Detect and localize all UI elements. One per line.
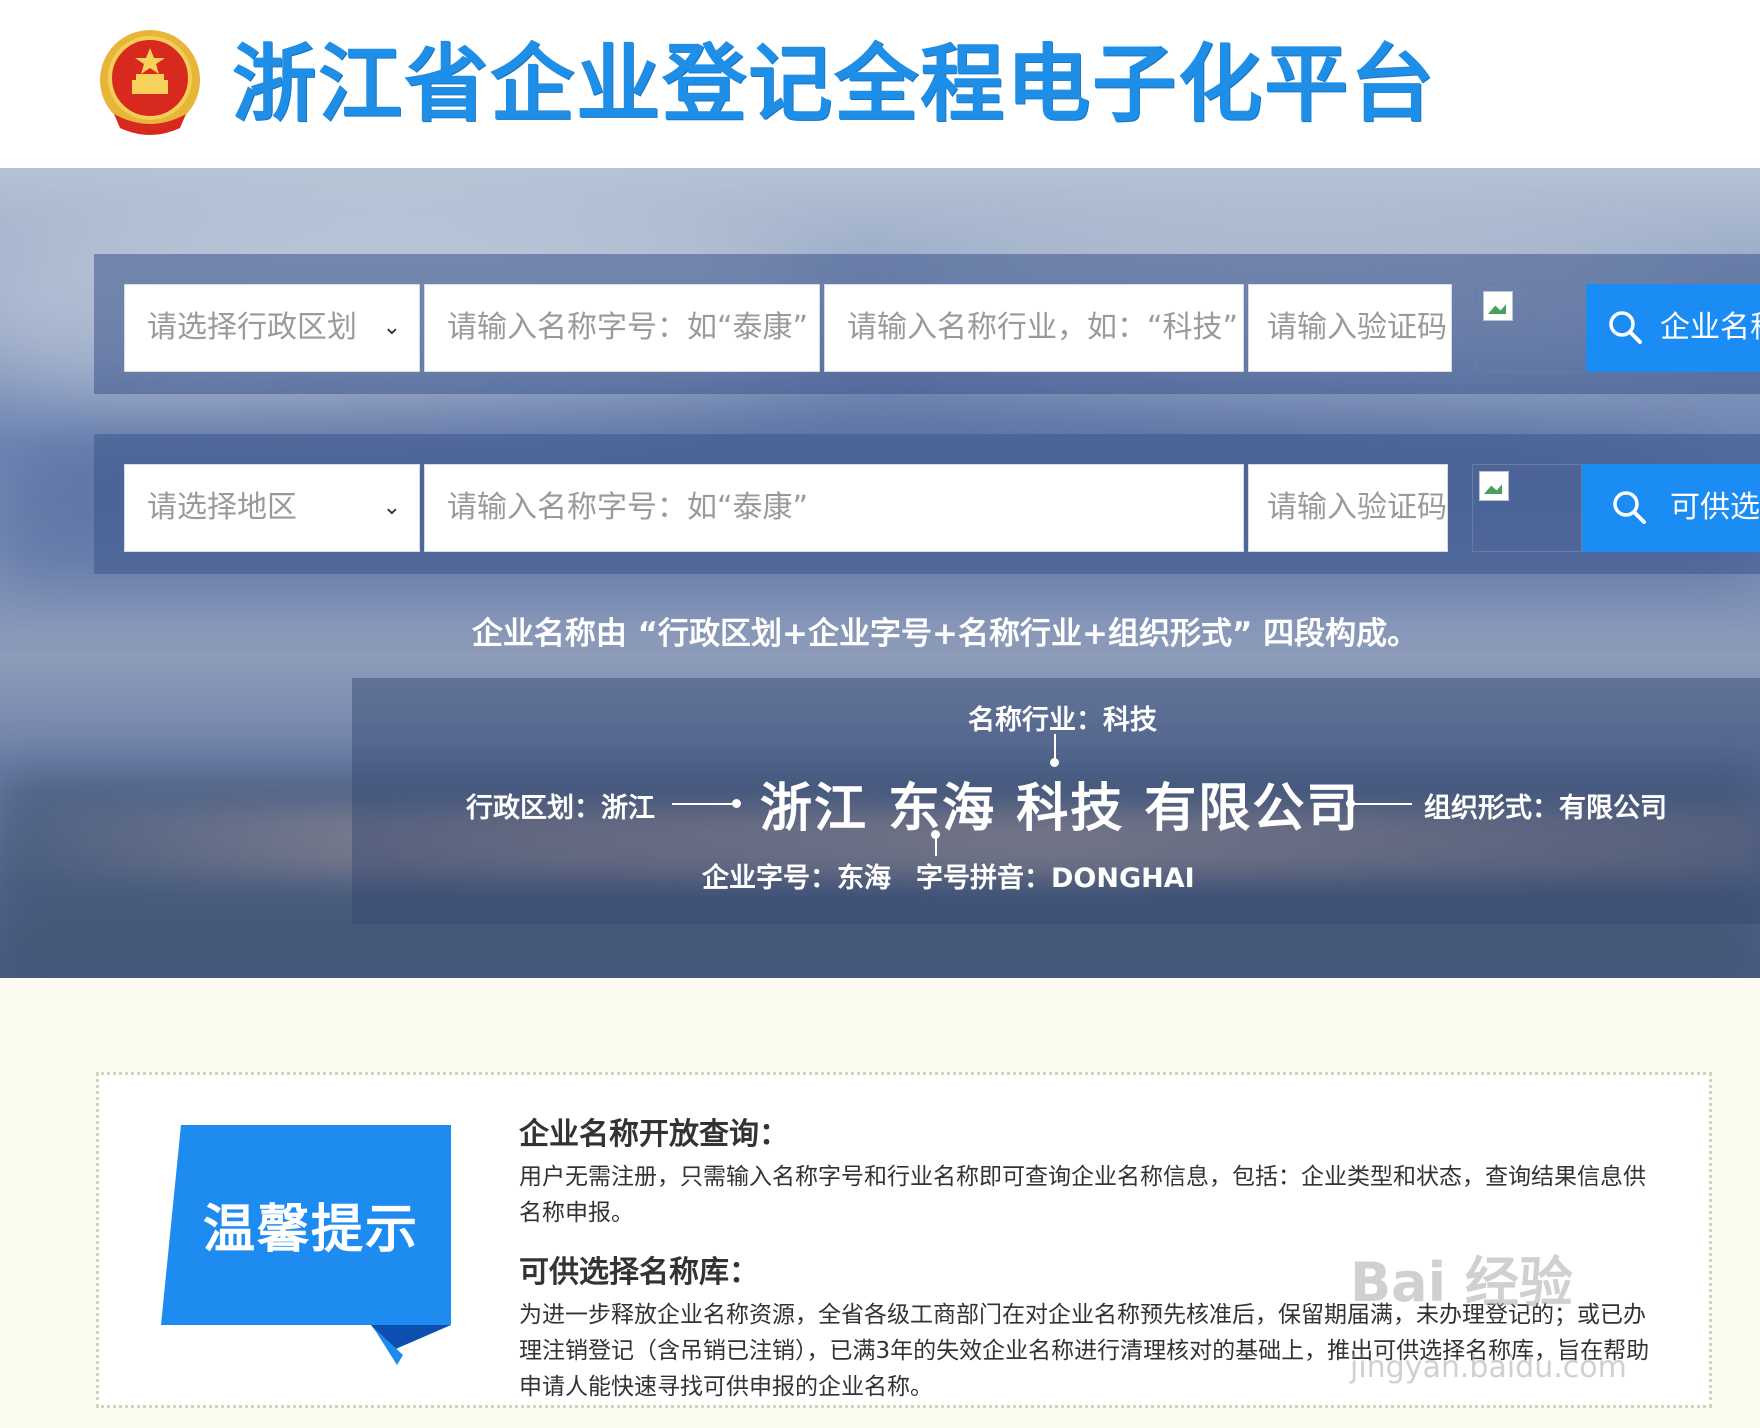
example-region: 行政区划：浙江 <box>466 793 655 824</box>
example-industry: 名称行业：科技 <box>968 705 1157 736</box>
example-full-name: 浙江 东海 科技 有限公司 <box>760 779 1361 839</box>
captcha-input[interactable]: 请输入验证码 <box>1248 284 1452 372</box>
name-example-diagram: 名称行业：科技 行政区划：浙江 浙江 东海 科技 有限公司 组织形式：有限公司 … <box>352 678 1760 924</box>
connector-line <box>1352 803 1412 805</box>
broken-image-icon <box>1483 291 1513 321</box>
region-select[interactable]: 请选择行政区划 ⌄ <box>124 284 420 372</box>
national-emblem-icon <box>100 30 200 135</box>
example-pinyin: 字号拼音：DONGHAI <box>916 863 1195 894</box>
watermark-url: jingyan.baidu.com <box>1350 1350 1627 1385</box>
connector-dot <box>732 799 741 808</box>
enterprise-name-search-button[interactable]: 企业名称 <box>1586 284 1760 372</box>
captcha-image[interactable] <box>1476 284 1588 372</box>
area-select[interactable]: 请选择地区 ⌄ <box>124 464 420 552</box>
site-title: 浙江省企业登记全程电子化平台 <box>232 35 1437 133</box>
chevron-down-icon: ⌄ <box>382 315 401 340</box>
broken-image-icon <box>1479 471 1509 501</box>
tip-badge-text: 温馨提示 <box>203 1200 420 1260</box>
example-zihao: 企业字号：东海 <box>702 863 891 894</box>
industry-input[interactable]: 请输入名称行业，如：“科技” <box>824 284 1244 372</box>
search-button-label: 企业名称 <box>1660 310 1760 345</box>
search-icon <box>1609 311 1642 344</box>
optional-name-search-button[interactable]: 可供选 <box>1582 464 1760 552</box>
optional-name-search-bar: 请选择地区 ⌄ 请输入名称字号：如“泰康” 请输入验证码 可供选 <box>94 434 1760 574</box>
tip-body: 用户无需注册，只需输入名称字号和行业名称即可查询企业名称信息，包括：企业类型和状… <box>519 1164 1646 1226</box>
connector-line <box>672 803 734 805</box>
name-query-search-bar: 请选择行政区划 ⌄ 请输入名称字号：如“泰康” 请输入名称行业，如：“科技” 请… <box>94 254 1760 394</box>
name-input[interactable]: 请输入名称字号：如“泰康” <box>424 464 1244 552</box>
connector-line <box>1054 734 1056 760</box>
name-structure-rule-text: 企业名称由 “行政区划+企业字号+名称行业+组织形式” 四段构成。 <box>471 616 1419 652</box>
captcha-image[interactable] <box>1472 464 1582 552</box>
connector-line <box>935 834 937 856</box>
region-select-value: 请选择行政区划 <box>147 310 357 345</box>
search-icon <box>1613 491 1646 524</box>
name-input[interactable]: 请输入名称字号：如“泰康” <box>424 284 820 372</box>
hero-search-area: 请选择行政区划 ⌄ 请输入名称字号：如“泰康” 请输入名称行业，如：“科技” 请… <box>0 168 1760 978</box>
example-org-form: 组织形式：有限公司 <box>1424 793 1667 824</box>
name-structure-rule: 企业名称由 “行政区划+企业字号+名称行业+组织形式” 四段构成。 <box>0 608 1760 653</box>
tip-heading: 企业名称开放查询： <box>519 1117 789 1152</box>
chevron-down-icon: ⌄ <box>382 495 401 520</box>
captcha-input[interactable]: 请输入验证码 <box>1248 464 1448 552</box>
site-header: 浙江省企业登记全程电子化平台 <box>0 0 1760 168</box>
area-select-value: 请选择地区 <box>147 490 297 525</box>
watermark: Bai 经验 <box>1350 1251 1573 1314</box>
search-button-label: 可供选 <box>1670 490 1760 525</box>
